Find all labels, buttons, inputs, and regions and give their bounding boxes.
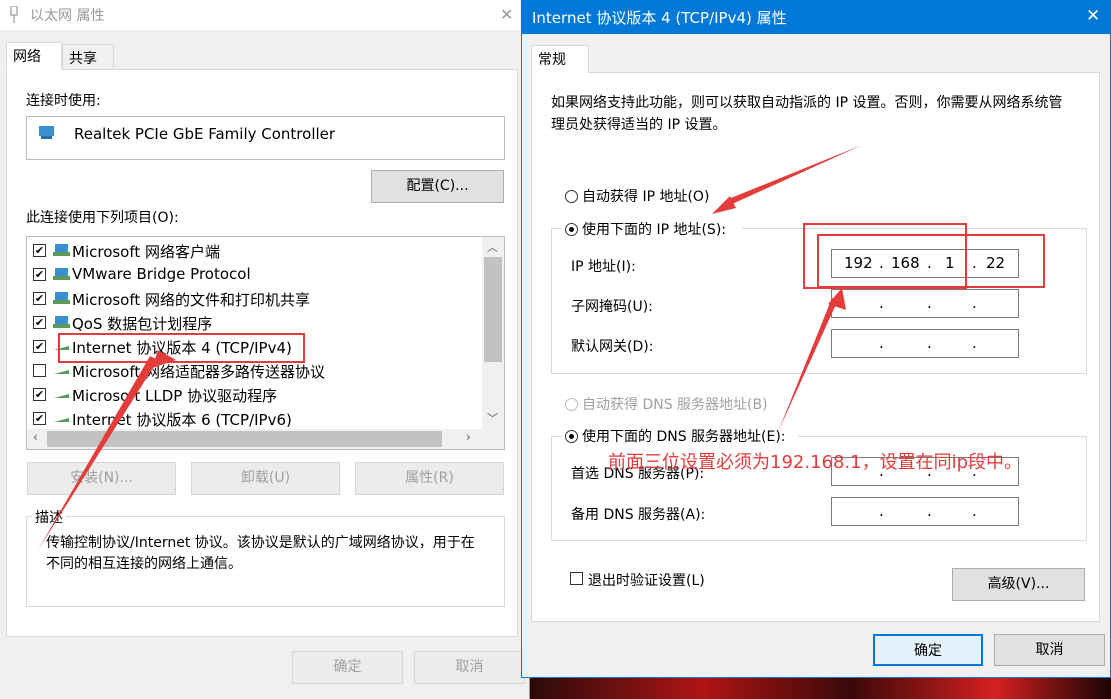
auto-ip-radio[interactable] <box>565 190 578 203</box>
annotation-box-ip-octets <box>817 234 1045 288</box>
checkbox[interactable]: ✔ <box>33 340 46 353</box>
tab-sharing[interactable]: 共享 <box>62 44 114 70</box>
connect-using-label: 连接时使用: <box>26 93 101 109</box>
validate-checkbox[interactable] <box>570 572 583 585</box>
annotation-box-ipv4-item <box>58 333 305 363</box>
subnet-mask-label: 子网掩码(U): <box>571 299 653 315</box>
checkbox[interactable]: ✔ <box>33 412 46 425</box>
auto-ip-label: 自动获得 IP 地址(O) <box>582 189 710 205</box>
checkbox[interactable]: ✔ <box>33 388 46 401</box>
uninstall-button[interactable]: 卸载(U) <box>191 462 340 495</box>
manual-ip-label: 使用下面的 IP 地址(S): <box>582 222 726 238</box>
default-gateway-field[interactable]: ... <box>831 329 1019 358</box>
auto-dns-radio[interactable] <box>565 398 578 411</box>
items-label: 此连接使用下列项目(O): <box>26 210 179 226</box>
network-adapter-icon <box>10 6 18 23</box>
left-ok-button[interactable]: 确定 <box>292 651 403 684</box>
left-window-title: 以太网 属性 <box>30 8 105 24</box>
vertical-scroll-thumb[interactable] <box>484 257 502 362</box>
manual-dns-radio[interactable] <box>565 430 578 443</box>
description-text: 传输控制协议/Internet 协议。该协议是默认的广域网络协议，用于在不同的相… <box>46 535 475 572</box>
right-cancel-button[interactable]: 取消 <box>994 634 1105 666</box>
checkbox[interactable]: ✔ <box>33 292 46 305</box>
scroll-right-icon[interactable]: › <box>466 430 471 444</box>
description-label: 描述 <box>32 507 66 527</box>
scroll-left-icon[interactable]: ‹ <box>33 430 38 444</box>
horizontal-scroll-thumb[interactable] <box>47 431 442 447</box>
manual-ip-radio[interactable] <box>565 223 578 236</box>
alternate-dns-label: 备用 DNS 服务器(A): <box>571 507 706 523</box>
left-cancel-button[interactable]: 取消 <box>414 651 525 684</box>
component-icon <box>53 291 71 306</box>
protocol-icon <box>53 411 71 426</box>
right-ok-button[interactable]: 确定 <box>873 634 983 666</box>
manual-dns-label: 使用下面的 DNS 服务器地址(E): <box>582 429 786 445</box>
intro-text: 如果网络支持此功能，则可以获取自动指派的 IP 设置。否则，你需要从网络系统管理… <box>551 95 1063 133</box>
auto-dns-label: 自动获得 DNS 服务器地址(B) <box>582 397 768 413</box>
right-window-title: Internet 协议版本 4 (TCP/IPv4) 属性 <box>532 9 787 27</box>
scroll-down-icon[interactable]: ﹀ <box>487 410 498 426</box>
component-icon <box>53 267 71 282</box>
scroll-up-icon[interactable]: ︿ <box>487 239 498 255</box>
annotation-text: 前面三位设置必须为192.168.1，设置在同ip段中。 <box>608 452 1023 473</box>
protocol-icon <box>53 363 71 378</box>
desktop-wallpaper <box>530 678 1111 699</box>
advanced-button[interactable]: 高级(V)... <box>952 568 1085 601</box>
left-close-icon[interactable]: ✕ <box>500 5 513 24</box>
adapter-name: Realtek PCIe GbE Family Controller <box>74 125 336 143</box>
default-gateway-label: 默认网关(D): <box>571 339 654 355</box>
checkbox[interactable]: ✔ <box>33 316 46 329</box>
checkbox[interactable]: ✔ <box>33 244 46 257</box>
tab-general[interactable]: 常规 <box>531 45 589 73</box>
validate-label: 退出时验证设置(L) <box>588 573 705 589</box>
subnet-mask-field[interactable]: ... <box>831 289 1019 318</box>
checkbox[interactable]: ✔ <box>33 268 46 281</box>
tab-network[interactable]: 网络 <box>6 42 62 70</box>
checkbox[interactable] <box>33 364 46 377</box>
component-icon <box>53 315 71 330</box>
ip-address-label: IP 地址(I): <box>571 259 636 275</box>
network-card-icon <box>39 126 54 139</box>
protocol-icon <box>53 387 71 402</box>
install-button[interactable]: 安装(N)... <box>27 462 176 495</box>
alternate-dns-field[interactable]: ... <box>831 497 1019 526</box>
configure-button[interactable]: 配置(C)... <box>371 170 504 203</box>
component-icon <box>53 243 71 258</box>
right-close-icon[interactable]: ✕ <box>1086 6 1100 26</box>
properties-button[interactable]: 属性(R) <box>355 462 504 495</box>
